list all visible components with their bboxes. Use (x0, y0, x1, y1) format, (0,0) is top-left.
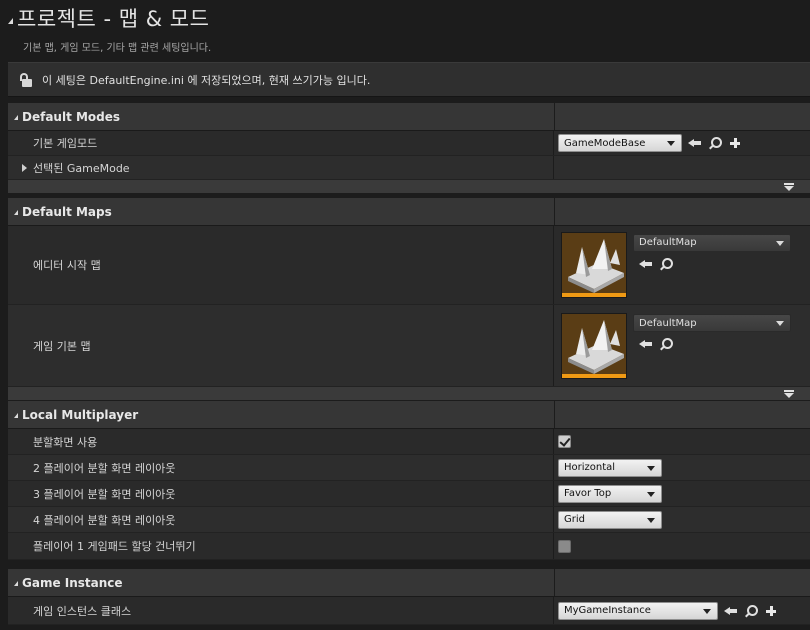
map-thumbnail[interactable] (561, 312, 627, 379)
section-game-instance: Game Instance 게임 인스턴스 클래스 MyGameInstance (8, 569, 810, 625)
section-header-game-instance[interactable]: Game Instance (8, 569, 810, 597)
add-plus-icon[interactable] (728, 136, 742, 150)
section-title: Local Multiplayer (22, 407, 139, 422)
property-label: 게임 기본 맵 (8, 305, 554, 386)
page-title: 프로젝트 - 맵 & 모드 (17, 7, 210, 31)
add-plus-icon[interactable] (764, 604, 778, 618)
section-title: Default Modes (22, 109, 121, 124)
property-row-game-default-map: 게임 기본 맵 DefaultMap (8, 305, 810, 387)
section-title: Game Instance (22, 575, 123, 590)
dropdown-caret-icon (647, 517, 655, 523)
collapse-triangle-icon (14, 210, 18, 215)
map-thumbnail[interactable] (561, 232, 627, 298)
property-row-four-player-layout: 4 플레이어 분할 화면 레이아웃 Grid (8, 507, 810, 533)
section-title: Default Maps (22, 204, 112, 219)
config-info-bar: 이 세팅은 DefaultEngine.ini 에 저장되었으며, 현재 쓰기가… (8, 62, 810, 97)
section-header-default-modes[interactable]: Default Modes (8, 103, 810, 131)
combo-value: DefaultMap (639, 237, 697, 248)
game-instance-combo[interactable]: MyGameInstance (558, 601, 718, 620)
property-label: 4 플레이어 분할 화면 레이아웃 (8, 507, 554, 532)
dropdown-caret-icon (647, 491, 655, 497)
property-row-use-splitscreen: 분할화면 사용 (8, 429, 810, 455)
dropdown-caret-icon (667, 141, 675, 146)
browse-search-icon[interactable] (708, 136, 722, 150)
dropdown-caret-icon (647, 465, 655, 471)
editor-startup-map-combo[interactable]: DefaultMap (633, 233, 791, 252)
page-title-row[interactable]: 프로젝트 - 맵 & 모드 (8, 4, 209, 32)
section-default-maps: Default Maps 에디터 시작 맵 DefaultMap 게임 기본 맵… (8, 198, 810, 400)
four-player-layout-combo[interactable]: Grid (558, 510, 662, 529)
dropdown-caret-icon (703, 608, 711, 614)
property-label: 기본 게임모드 (8, 131, 554, 155)
property-row-game-instance-class: 게임 인스턴스 클래스 MyGameInstance (8, 597, 810, 625)
advanced-expand-bar[interactable] (8, 180, 810, 193)
two-player-layout-combo[interactable]: Horizontal (558, 458, 662, 477)
unlock-icon (18, 72, 34, 88)
game-default-map-combo[interactable]: DefaultMap (633, 314, 791, 332)
config-info-text: 이 세팅은 DefaultEngine.ini 에 저장되었으며, 현재 쓰기가… (42, 73, 371, 87)
browse-search-icon[interactable] (659, 257, 673, 271)
advanced-expand-bar[interactable] (8, 387, 810, 400)
property-label: 2 플레이어 분할 화면 레이아웃 (8, 455, 554, 480)
gamemode-combo[interactable]: GameModeBase (558, 134, 682, 152)
combo-value: MyGameInstance (564, 605, 651, 616)
section-local-multiplayer: Local Multiplayer 분할화면 사용 2 플레이어 분할 화면 레… (8, 401, 810, 560)
page-subtitle: 기본 맵, 게임 모드, 기타 맵 관련 세팅입니다. (23, 43, 212, 54)
dropdown-caret-icon (776, 321, 784, 326)
property-label: 에디터 시작 맵 (8, 226, 554, 304)
use-selected-arrow-icon[interactable] (724, 604, 738, 618)
combo-value: Horizontal (564, 462, 616, 473)
property-row-editor-startup-map: 에디터 시작 맵 DefaultMap (8, 226, 810, 305)
combo-value: Favor Top (564, 488, 612, 499)
property-label: 게임 인스턴스 클래스 (8, 597, 554, 624)
dropdown-caret-icon (776, 240, 784, 246)
use-selected-arrow-icon[interactable] (639, 257, 653, 271)
combo-value: Grid (564, 514, 585, 525)
property-label: 3 플레이어 분할 화면 레이아웃 (8, 481, 554, 506)
property-row-default-gamemode: 기본 게임모드 GameModeBase (8, 131, 810, 156)
show-advanced-arrow-icon[interactable] (784, 183, 794, 191)
property-label: 플레이어 1 게임패드 할당 건너뛰기 (8, 533, 554, 559)
use-selected-arrow-icon[interactable] (639, 337, 653, 351)
browse-search-icon[interactable] (744, 604, 758, 618)
property-label: 분할화면 사용 (8, 429, 554, 454)
section-header-default-maps[interactable]: Default Maps (8, 198, 810, 226)
project-settings-maps-modes: 프로젝트 - 맵 & 모드 기본 맵, 게임 모드, 기타 맵 관련 세팅입니다… (0, 0, 810, 630)
section-default-modes: Default Modes 기본 게임모드 GameModeBase 선택된 G… (8, 103, 810, 193)
expand-arrow-icon[interactable] (22, 163, 27, 172)
property-row-skip-gamepad: 플레이어 1 게임패드 할당 건너뛰기 (8, 533, 810, 560)
property-label: 선택된 GameMode (33, 161, 130, 175)
collapse-triangle-icon (14, 581, 18, 586)
use-selected-arrow-icon[interactable] (688, 136, 702, 150)
show-advanced-arrow-icon[interactable] (784, 390, 794, 398)
collapse-triangle-icon (14, 413, 18, 418)
use-splitscreen-checkbox[interactable] (558, 435, 571, 448)
property-row-two-player-layout: 2 플레이어 분할 화면 레이아웃 Horizontal (8, 455, 810, 481)
browse-search-icon[interactable] (659, 337, 673, 351)
skip-gamepad-checkbox[interactable] (558, 539, 571, 553)
three-player-layout-combo[interactable]: Favor Top (558, 484, 662, 503)
combo-value: DefaultMap (639, 317, 697, 329)
collapse-triangle-icon (14, 115, 18, 120)
combo-value: GameModeBase (564, 137, 646, 149)
property-row-three-player-layout: 3 플레이어 분할 화면 레이아웃 Favor Top (8, 481, 810, 507)
collapse-triangle-icon[interactable] (8, 18, 13, 24)
property-row-selected-gamemode[interactable]: 선택된 GameMode (8, 156, 810, 180)
section-header-local-multiplayer[interactable]: Local Multiplayer (8, 401, 810, 429)
